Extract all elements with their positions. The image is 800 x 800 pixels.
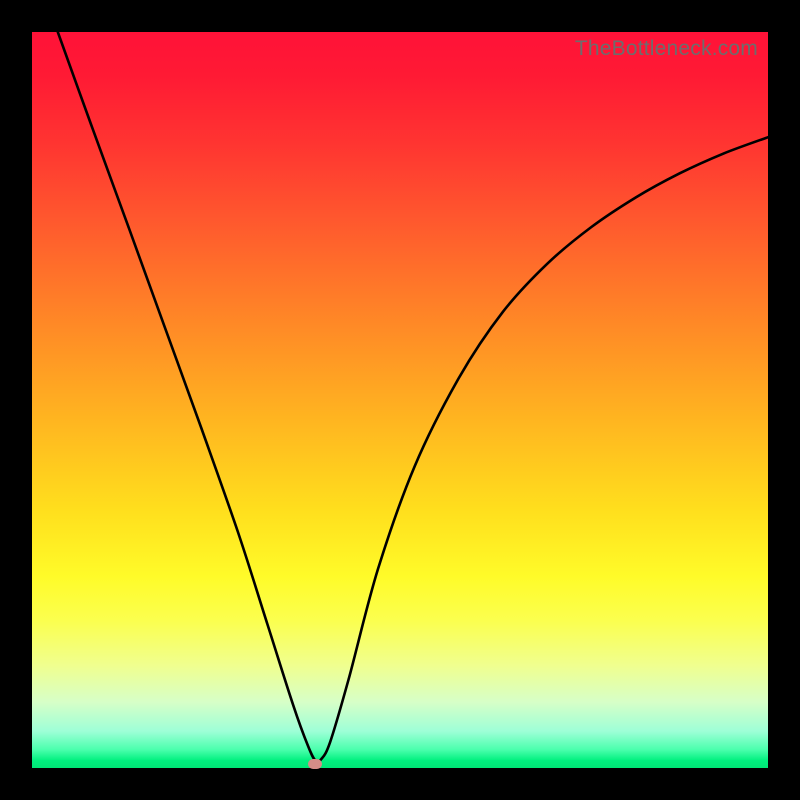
- minimum-marker: [308, 759, 322, 769]
- bottleneck-curve: [58, 32, 768, 762]
- curve-svg: [32, 32, 768, 768]
- plot-area: TheBottleneck.com: [32, 32, 768, 768]
- chart-frame: TheBottleneck.com: [0, 0, 800, 800]
